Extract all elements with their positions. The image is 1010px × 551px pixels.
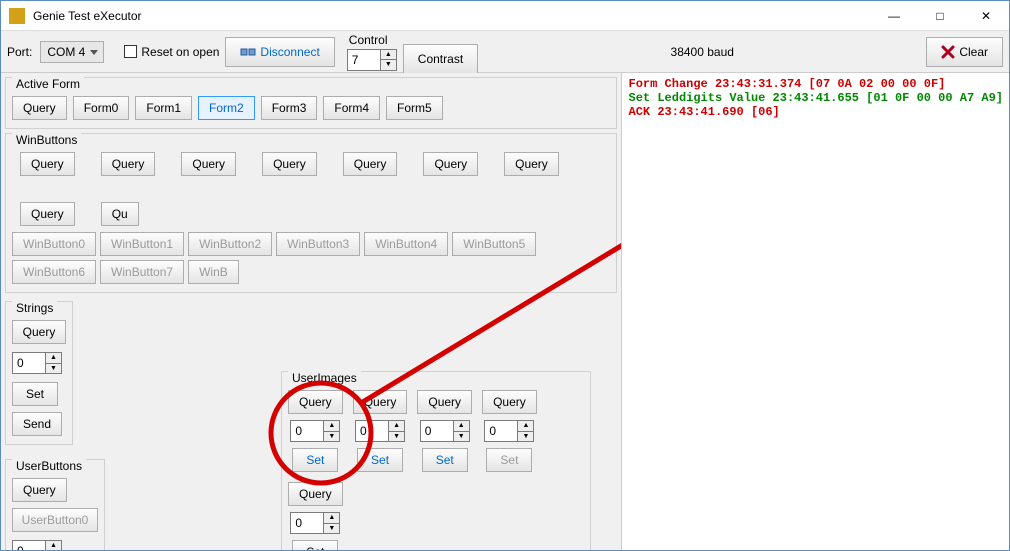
close-button[interactable]: ✕ bbox=[963, 1, 1009, 31]
userimages-query-3[interactable]: Query bbox=[482, 390, 537, 414]
userbuttons-legend: UserButtons bbox=[12, 459, 86, 473]
maximize-button[interactable]: □ bbox=[917, 1, 963, 31]
userimages-spin-0[interactable]: ▲▼ bbox=[290, 420, 340, 442]
winbutton4[interactable]: WinButton4 bbox=[364, 232, 448, 256]
winbutton1[interactable]: WinButton1 bbox=[100, 232, 184, 256]
userimages-spin-1[interactable]: ▲▼ bbox=[355, 420, 405, 442]
winbutton-query-2[interactable]: Query bbox=[181, 152, 236, 176]
strings-query-button[interactable]: Query bbox=[12, 320, 66, 344]
form1-button[interactable]: Form1 bbox=[135, 96, 192, 120]
winbutton-query-0[interactable]: Query bbox=[20, 152, 75, 176]
winbutton-query-4[interactable]: Query bbox=[343, 152, 398, 176]
minimize-button[interactable]: — bbox=[871, 1, 917, 31]
userimages-legend: UserImages bbox=[288, 371, 361, 385]
userbutton0[interactable]: UserButton0 bbox=[12, 508, 98, 532]
contrast-button[interactable]: Contrast bbox=[403, 44, 478, 74]
userimages-query-4[interactable]: Query bbox=[288, 482, 343, 506]
control-label: Control bbox=[349, 33, 388, 47]
strings-legend: Strings bbox=[12, 301, 57, 315]
port-select[interactable]: COM 4 bbox=[40, 41, 104, 63]
userimages-spin-2[interactable]: ▲▼ bbox=[420, 420, 470, 442]
strings-send-button[interactable]: Send bbox=[12, 412, 62, 436]
control-spinner[interactable]: ▲▼ bbox=[347, 49, 397, 71]
userimages-spin-4[interactable]: ▲▼ bbox=[290, 512, 340, 534]
baud-label: 38400 baud bbox=[484, 45, 920, 59]
strings-set-button[interactable]: Set bbox=[12, 382, 58, 406]
userbuttons-spinner[interactable]: ▲▼ bbox=[12, 540, 62, 550]
userimages-set-2[interactable]: Set bbox=[422, 448, 468, 472]
log-line-1: Form Change 23:43:31.374 [07 0A 02 00 00… bbox=[629, 77, 1003, 91]
userimages-set-0[interactable]: Set bbox=[292, 448, 338, 472]
winbutton3[interactable]: WinButton3 bbox=[276, 232, 360, 256]
userimages-set-4[interactable]: Set bbox=[292, 540, 338, 550]
winbutton-query-5[interactable]: Query bbox=[423, 152, 478, 176]
winbutton7[interactable]: WinButton7 bbox=[100, 260, 184, 284]
winbutton0[interactable]: WinButton0 bbox=[12, 232, 96, 256]
clear-button[interactable]: Clear bbox=[926, 37, 1003, 67]
userimages-query-1[interactable]: Query bbox=[353, 390, 408, 414]
activeform-query-button[interactable]: Query bbox=[12, 96, 67, 120]
form2-button[interactable]: Form2 bbox=[198, 96, 255, 120]
winbuttons-legend: WinButtons bbox=[12, 133, 81, 147]
winbutton5[interactable]: WinButton5 bbox=[452, 232, 536, 256]
window-title: Genie Test eXecutor bbox=[33, 9, 142, 23]
port-label: Port: bbox=[7, 45, 32, 59]
form4-button[interactable]: Form4 bbox=[323, 96, 380, 120]
activeform-legend: Active Form bbox=[12, 77, 84, 91]
winbutton-query-8[interactable]: Qu bbox=[101, 202, 139, 226]
form3-button[interactable]: Form3 bbox=[261, 96, 318, 120]
winbutton-query-1[interactable]: Query bbox=[101, 152, 156, 176]
userbuttons-query-button[interactable]: Query bbox=[12, 478, 67, 502]
disconnect-icon bbox=[240, 45, 256, 59]
disconnect-button[interactable]: Disconnect bbox=[225, 37, 334, 67]
strings-spinner[interactable]: ▲▼ bbox=[12, 352, 62, 374]
form0-button[interactable]: Form0 bbox=[73, 96, 130, 120]
userimages-spin-3[interactable]: ▲▼ bbox=[484, 420, 534, 442]
winbutton-query-7[interactable]: Query bbox=[20, 202, 75, 226]
userimages-set-3[interactable]: Set bbox=[486, 448, 532, 472]
winbutton8[interactable]: WinB bbox=[188, 260, 239, 284]
reset-on-open-checkbox[interactable]: Reset on open bbox=[124, 45, 219, 59]
userimages-set-1[interactable]: Set bbox=[357, 448, 403, 472]
app-icon bbox=[9, 8, 25, 24]
winbutton-query-6[interactable]: Query bbox=[504, 152, 559, 176]
userimages-query-0[interactable]: Query bbox=[288, 390, 343, 414]
log-line-2: Set Leddigits Value 23:43:41.655 [01 0F … bbox=[629, 91, 1003, 105]
form5-button[interactable]: Form5 bbox=[386, 96, 443, 120]
winbutton-query-3[interactable]: Query bbox=[262, 152, 317, 176]
winbutton2[interactable]: WinButton2 bbox=[188, 232, 272, 256]
userimages-query-2[interactable]: Query bbox=[417, 390, 472, 414]
clear-x-icon bbox=[941, 45, 955, 59]
log-line-3: ACK 23:43:41.690 [06] bbox=[629, 105, 1003, 119]
winbutton6[interactable]: WinButton6 bbox=[12, 260, 96, 284]
